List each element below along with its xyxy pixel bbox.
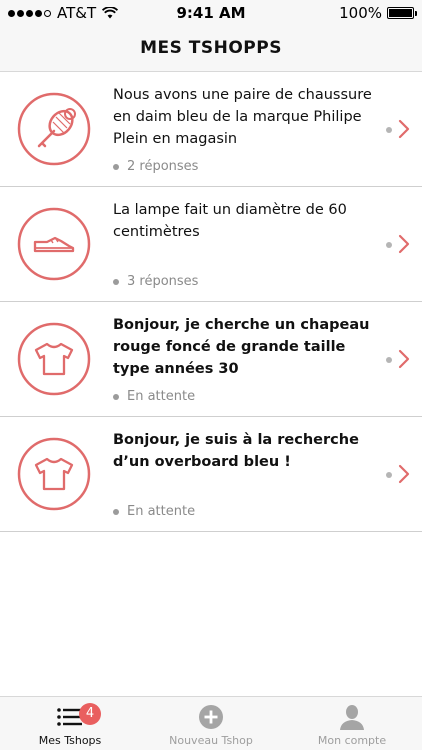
tab-mon-compte[interactable]: Mon compte — [282, 697, 422, 750]
request-status: En attente — [113, 389, 195, 404]
request-status: En attente — [113, 504, 195, 519]
status-label: 3 réponses — [127, 274, 199, 289]
tshirt-icon — [17, 437, 91, 511]
chevron-right-icon — [398, 464, 410, 484]
shoe-icon — [17, 207, 91, 281]
notification-badge: 4 — [79, 703, 101, 725]
page-title: MES TSHOPPS — [140, 38, 282, 58]
request-text: Nous avons une paire de chaussure en dai… — [113, 87, 372, 147]
unread-dot-icon — [386, 127, 392, 133]
unread-dot-icon — [386, 357, 392, 363]
tennis-racket-icon — [17, 92, 91, 166]
request-text: Bonjour, je suis à la recherche d’un ove… — [113, 432, 359, 470]
list-item[interactable]: Bonjour, je cherche un chapeau rouge fon… — [0, 302, 422, 417]
unread-dot-icon — [386, 242, 392, 248]
user-icon — [340, 705, 364, 730]
status-dot-icon — [113, 163, 119, 170]
request-status: 3 réponses — [113, 274, 198, 289]
battery-percent: 100% — [339, 4, 382, 22]
tab-label: Mes Tshops — [38, 734, 102, 747]
status-dot-icon — [113, 278, 119, 285]
chevron-right-icon — [398, 234, 410, 254]
status-label: En attente — [127, 504, 196, 519]
status-right: 100% — [339, 4, 417, 22]
chevron-right-icon — [398, 119, 410, 139]
status-dot-icon — [113, 393, 119, 400]
status-label: 2 réponses — [127, 159, 199, 174]
tshirt-icon — [17, 322, 91, 396]
chevron-right-icon — [398, 349, 410, 369]
tab-nouveau-tshop[interactable]: Nouveau Tshop — [141, 697, 281, 750]
tab-label: Nouveau Tshop — [169, 734, 253, 747]
plus-circle-icon — [199, 705, 223, 729]
request-status: 2 réponses — [113, 159, 198, 174]
status-bar: AT&T 9:41 AM 100% — [0, 0, 422, 26]
status-dot-icon — [113, 508, 119, 515]
request-text: La lampe fait un diamètre de 60 centimèt… — [113, 202, 347, 240]
list-item[interactable]: Nous avons une paire de chaussure en dai… — [0, 72, 422, 187]
requests-list: Nous avons une paire de chaussure en dai… — [0, 72, 422, 532]
tab-bar: 4 Mes Tshops Nouveau Tshop Mon compte — [0, 696, 422, 750]
request-text: Bonjour, je cherche un chapeau rouge fon… — [113, 317, 370, 377]
list-item[interactable]: Bonjour, je suis à la recherche d’un ove… — [0, 417, 422, 532]
list-item[interactable]: La lampe fait un diamètre de 60 centimèt… — [0, 187, 422, 302]
battery-icon — [387, 7, 417, 19]
navigation-bar: MES TSHOPPS — [0, 26, 422, 72]
unread-dot-icon — [386, 472, 392, 478]
status-label: En attente — [127, 389, 196, 404]
tab-mes-tshops[interactable]: 4 Mes Tshops — [0, 697, 140, 750]
tab-label: Mon compte — [317, 734, 387, 747]
